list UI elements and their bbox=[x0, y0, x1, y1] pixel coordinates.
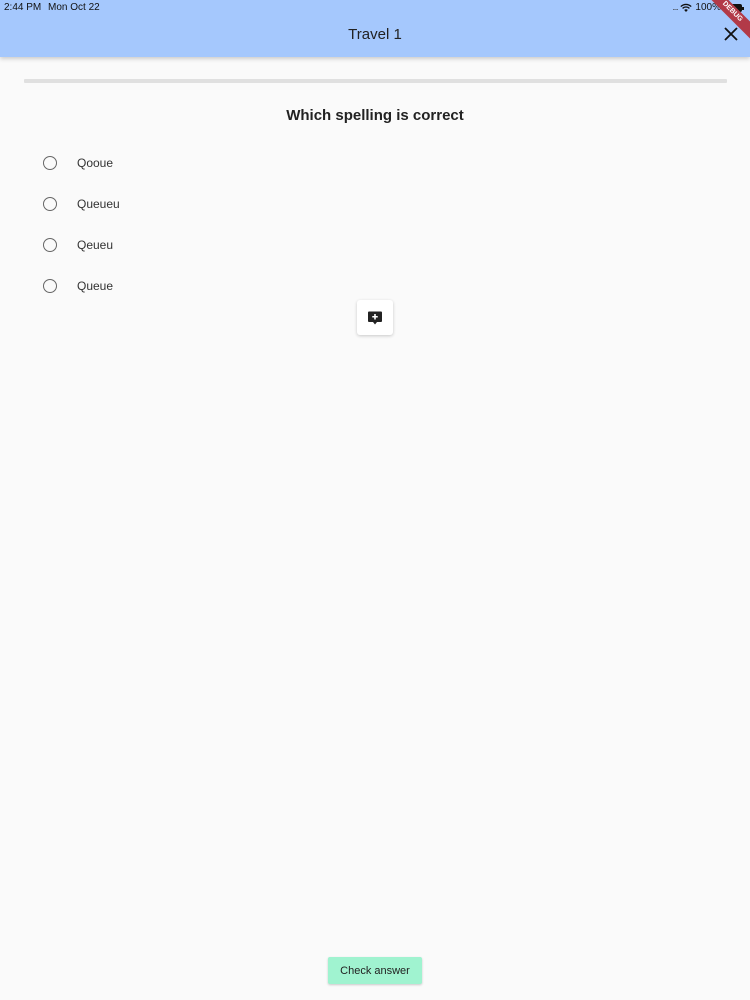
page-title: Travel 1 bbox=[348, 26, 402, 43]
option-label: Qeueu bbox=[77, 237, 114, 252]
app-bar: 2:44 PM Mon Oct 22 .... 100% Travel 1 bbox=[0, 0, 750, 57]
status-date: Mon Oct 22 bbox=[48, 2, 100, 13]
signal-icon: .... bbox=[672, 3, 679, 12]
answer-option[interactable]: Qeueu bbox=[42, 224, 342, 265]
debug-banner: DEBUG bbox=[690, 0, 750, 60]
radio-button[interactable] bbox=[43, 278, 57, 293]
status-time: 2:44 PM bbox=[4, 2, 42, 13]
radio-button[interactable] bbox=[43, 196, 57, 211]
answer-option[interactable]: Queueu bbox=[42, 183, 342, 224]
radio-button[interactable] bbox=[43, 155, 57, 170]
answer-option[interactable]: Queue bbox=[42, 265, 342, 306]
radio-button[interactable] bbox=[43, 237, 57, 252]
progress-bar bbox=[24, 79, 727, 83]
option-label: Qooue bbox=[77, 155, 114, 170]
answer-option[interactable]: Qooue bbox=[42, 142, 342, 183]
option-label: Queue bbox=[77, 278, 114, 293]
status-bar: 2:44 PM Mon Oct 22 .... 100% bbox=[0, 0, 750, 16]
answer-options: Qooue Queueu Qeueu Queue bbox=[42, 142, 342, 306]
option-label: Queueu bbox=[77, 196, 120, 211]
check-answer-button[interactable]: Check answer bbox=[328, 957, 422, 984]
question-text: Which spelling is correct bbox=[286, 107, 464, 124]
debug-ribbon: DEBUG bbox=[700, 0, 750, 44]
add-comment-icon bbox=[368, 311, 382, 324]
hint-button[interactable] bbox=[357, 300, 393, 335]
